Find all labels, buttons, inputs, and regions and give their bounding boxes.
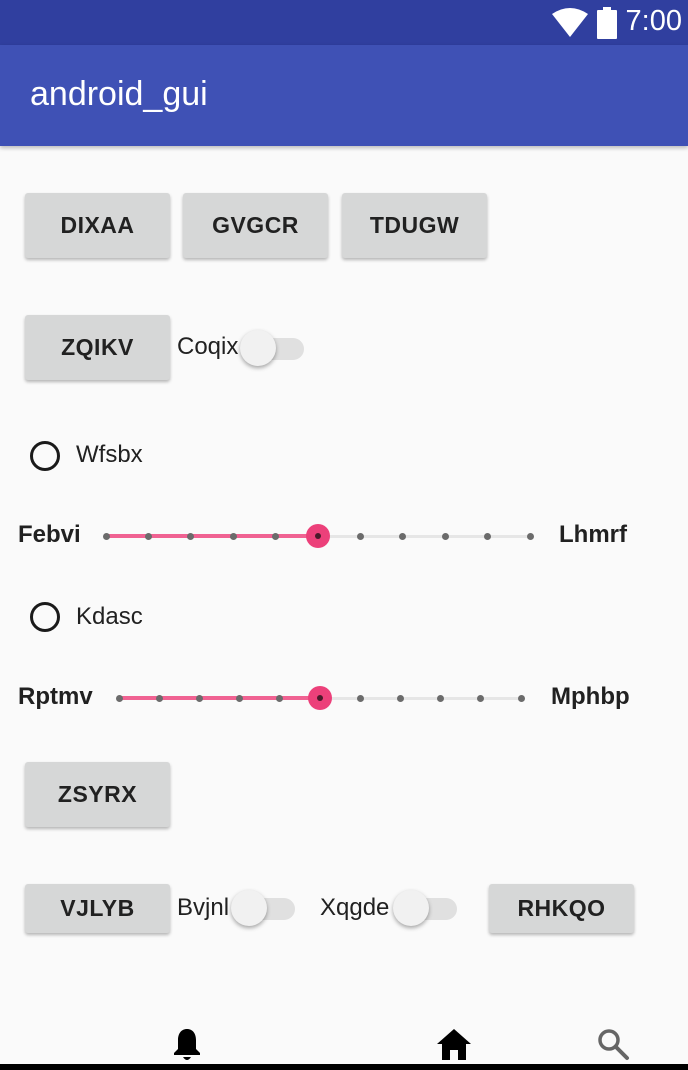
vjlyb-button[interactable]: VJLYB bbox=[25, 884, 170, 933]
rhkqo-button[interactable]: RHKQO bbox=[489, 884, 634, 933]
kdasc-radio[interactable] bbox=[30, 602, 60, 632]
zsyrx-button[interactable]: ZSYRX bbox=[25, 762, 170, 827]
seekbar-tick bbox=[144, 533, 152, 540]
battery-icon bbox=[597, 7, 617, 39]
seekbar-tick bbox=[102, 533, 110, 540]
seekbar-tick bbox=[517, 695, 525, 702]
seekbar-tick bbox=[229, 533, 237, 540]
kdasc-radio-label: Kdasc bbox=[76, 603, 143, 630]
search-icon[interactable] bbox=[596, 1027, 630, 1061]
bottom-navigation bbox=[0, 1020, 688, 1070]
seekbar-progress bbox=[106, 534, 318, 538]
seekbar-tick bbox=[236, 695, 244, 702]
switch-thumb bbox=[240, 330, 276, 366]
gvgcr-button[interactable]: GVGCR bbox=[183, 193, 328, 258]
seekbar-tick bbox=[477, 695, 485, 702]
seekbar-tick bbox=[272, 533, 280, 540]
seekbar-thumb-dot bbox=[315, 533, 321, 539]
seekbar-tick bbox=[276, 695, 284, 702]
status-time: 7:00 bbox=[625, 5, 682, 37]
bvjnl-switch[interactable] bbox=[231, 888, 297, 928]
zqikv-button[interactable]: ZQIKV bbox=[25, 315, 170, 380]
seekbar-thumb[interactable] bbox=[308, 686, 332, 710]
home-icon[interactable] bbox=[436, 1027, 472, 1061]
coqix-switch-label: Coqix bbox=[177, 333, 239, 360]
seekbar-tick bbox=[437, 695, 445, 702]
bell-icon[interactable] bbox=[172, 1027, 202, 1063]
switch-thumb bbox=[231, 890, 267, 926]
seekbar-thumb-dot bbox=[317, 695, 323, 701]
seekbar-tick bbox=[195, 695, 203, 702]
seekbar-tick bbox=[155, 695, 163, 702]
rptmv-seekbar[interactable] bbox=[115, 683, 525, 713]
xqgde-switch[interactable] bbox=[393, 888, 459, 928]
seekbar-2-right-label: Mphbp bbox=[551, 683, 630, 710]
seekbar-thumb[interactable] bbox=[306, 524, 330, 548]
app-title: android_gui bbox=[30, 75, 208, 113]
system-nav-bar bbox=[0, 1064, 688, 1070]
wifi-icon bbox=[552, 8, 588, 37]
tdugw-button[interactable]: TDUGW bbox=[342, 193, 487, 258]
wfsbx-radio[interactable] bbox=[30, 441, 60, 471]
seekbar-1-left-label: Febvi bbox=[18, 521, 81, 548]
app-bar: android_gui bbox=[0, 45, 688, 146]
seekbar-2-left-label: Rptmv bbox=[18, 683, 93, 710]
seekbar-tick bbox=[441, 533, 449, 540]
febvi-seekbar[interactable] bbox=[102, 521, 534, 551]
seekbar-tick bbox=[526, 533, 534, 540]
seekbar-tick bbox=[484, 533, 492, 540]
seekbar-1-right-label: Lhmrf bbox=[559, 521, 627, 548]
switch-thumb bbox=[393, 890, 429, 926]
seekbar-tick bbox=[187, 533, 195, 540]
xqgde-switch-label: Xqgde bbox=[320, 894, 390, 921]
bvjnl-switch-label: Bvjnl bbox=[177, 894, 230, 921]
dixaa-button[interactable]: DIXAA bbox=[25, 193, 170, 258]
wfsbx-radio-label: Wfsbx bbox=[76, 441, 143, 468]
seekbar-progress bbox=[119, 696, 320, 700]
seekbar-tick bbox=[115, 695, 123, 702]
status-bar: 7:00 bbox=[0, 0, 688, 45]
seekbar-tick bbox=[356, 533, 364, 540]
seekbar-tick bbox=[356, 695, 364, 702]
seekbar-tick bbox=[399, 533, 407, 540]
seekbar-tick bbox=[396, 695, 404, 702]
coqix-switch[interactable] bbox=[240, 328, 306, 368]
